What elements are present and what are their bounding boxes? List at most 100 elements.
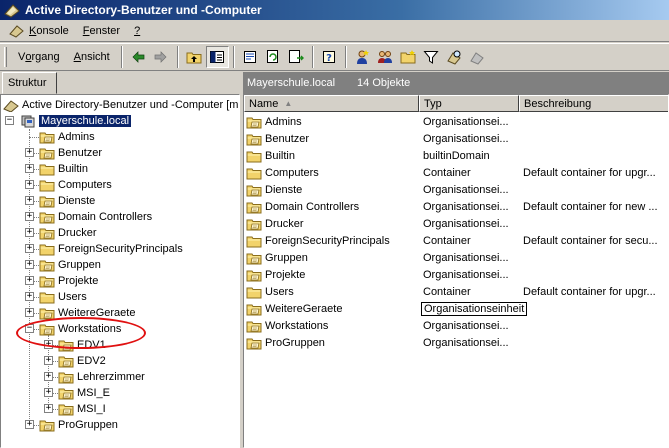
new-ou-button[interactable] bbox=[397, 46, 420, 68]
menu-item-2[interactable]: ? bbox=[127, 21, 147, 41]
list-item[interactable]: Users Container Default container for upgr… bbox=[244, 283, 668, 300]
new-group-button[interactable] bbox=[374, 46, 397, 68]
toolbar-grip[interactable] bbox=[4, 47, 7, 67]
list-item[interactable]: Drucker Organisationsei... bbox=[244, 215, 668, 232]
back-arrow-button[interactable] bbox=[127, 46, 150, 68]
tree-node-label: Admins bbox=[58, 131, 95, 143]
org-unit-icon bbox=[39, 148, 55, 160]
tree-root-node[interactable]: Active Directory-Benutzer und -Computer … bbox=[3, 97, 238, 113]
list-item[interactable]: Admins Organisationsei... bbox=[244, 113, 668, 130]
filter-button[interactable] bbox=[420, 46, 443, 68]
expand-toggle[interactable]: + bbox=[25, 196, 34, 205]
active-directory-icon bbox=[3, 100, 19, 112]
expand-toggle[interactable]: + bbox=[25, 228, 34, 237]
org-unit-icon bbox=[246, 270, 262, 281]
expand-toggle[interactable]: + bbox=[44, 340, 53, 349]
menu-label-text: enster bbox=[89, 24, 121, 37]
name-cell: Domain Controllers bbox=[244, 200, 419, 214]
list-item[interactable]: Builtin builtinDomain bbox=[244, 147, 668, 164]
name-cell: ForeignSecurityPrincipals bbox=[244, 234, 419, 248]
forward-arrow-button[interactable] bbox=[150, 46, 173, 68]
list-item[interactable]: Dienste Organisationsei... bbox=[244, 181, 668, 198]
action-menu-button[interactable]: Vo rgang bbox=[11, 46, 67, 68]
tree-domain-node[interactable]: Mayerschule.local bbox=[20, 113, 132, 129]
expand-toggle[interactable]: + bbox=[44, 356, 53, 365]
expand-toggle[interactable]: + bbox=[25, 148, 34, 157]
tree-node[interactable]: Domain Controllers bbox=[39, 209, 152, 225]
tree-node[interactable]: Gruppen bbox=[39, 257, 101, 273]
help-button[interactable]: ? bbox=[318, 46, 341, 68]
folder-icon bbox=[246, 151, 262, 162]
tree-node[interactable]: Dienste bbox=[39, 193, 95, 209]
show-tree-button[interactable] bbox=[205, 46, 229, 68]
column-header-2[interactable]: Beschreibung bbox=[519, 95, 668, 112]
column-header-1[interactable]: Typ bbox=[419, 95, 519, 112]
item-name: Computers bbox=[265, 166, 319, 179]
expand-toggle[interactable]: + bbox=[44, 372, 53, 381]
tree-node[interactable]: Projekte bbox=[39, 273, 98, 289]
list-item[interactable]: ProGruppen Organisationsei... bbox=[244, 334, 668, 351]
collapse-toggle[interactable]: − bbox=[25, 324, 34, 333]
expand-toggle[interactable]: + bbox=[25, 260, 34, 269]
tree-node[interactable]: ForeignSecurityPrincipals bbox=[39, 241, 183, 257]
delegate-button[interactable] bbox=[466, 46, 489, 68]
list-item[interactable]: Workstations Organisationsei... bbox=[244, 317, 668, 334]
menu-item-1[interactable]: Fenster bbox=[76, 21, 127, 41]
tree-node[interactable]: ProGruppen bbox=[39, 417, 118, 433]
item-type: builtinDomain bbox=[423, 149, 490, 162]
tab-struktur[interactable]: Struktur bbox=[2, 72, 57, 94]
menu-item-0[interactable]: Konsole bbox=[2, 21, 76, 41]
tree-node[interactable]: Admins bbox=[39, 129, 95, 145]
tree-node[interactable]: EDV2 bbox=[58, 353, 106, 369]
export-list-button[interactable] bbox=[285, 46, 308, 68]
tree-node[interactable]: EDV1 bbox=[58, 337, 106, 353]
collapse-toggle[interactable]: − bbox=[5, 116, 14, 125]
expand-toggle[interactable]: + bbox=[25, 180, 34, 189]
type-cell: Organisationseinheit bbox=[419, 301, 528, 316]
view-menu-button[interactable]: Ansicht bbox=[67, 46, 117, 68]
tree-node[interactable]: Users bbox=[39, 289, 87, 305]
list-item[interactable]: Gruppen Organisationsei... bbox=[244, 249, 668, 266]
expand-toggle[interactable]: + bbox=[44, 404, 53, 413]
tree-node[interactable]: Builtin bbox=[39, 161, 88, 177]
list-item[interactable]: ForeignSecurityPrincipals Container Defaul… bbox=[244, 232, 668, 249]
expand-toggle[interactable]: + bbox=[25, 244, 34, 253]
properties-icon bbox=[244, 51, 257, 63]
expand-toggle[interactable]: + bbox=[25, 292, 34, 301]
expand-toggle[interactable]: + bbox=[25, 164, 34, 173]
action-menu-text: V bbox=[18, 51, 26, 63]
details-list[interactable]: Name ▲ Typ Beschreibung Admins Organisations… bbox=[243, 94, 669, 448]
name-cell: Builtin bbox=[244, 149, 419, 163]
type-cell: Organisationsei... bbox=[419, 133, 519, 145]
tree-node[interactable]: MSI_E bbox=[58, 385, 110, 401]
tree-node[interactable]: Lehrerzimmer bbox=[58, 369, 145, 385]
list-item[interactable]: Domain Controllers Organisationsei... Defa… bbox=[244, 198, 668, 215]
column-header-0[interactable]: Name ▲ bbox=[244, 95, 419, 112]
name-cell: Computers bbox=[244, 166, 419, 180]
expand-toggle[interactable]: + bbox=[25, 212, 34, 221]
tree-node[interactable]: Benutzer bbox=[39, 145, 102, 161]
list-item[interactable]: Computers Container Default container for … bbox=[244, 164, 668, 181]
expand-toggle[interactable]: + bbox=[25, 308, 34, 317]
expand-toggle[interactable]: + bbox=[25, 276, 34, 285]
new-user-button[interactable] bbox=[351, 46, 374, 68]
refresh-button[interactable] bbox=[262, 46, 285, 68]
find-button[interactable] bbox=[443, 46, 466, 68]
tree-node[interactable]: Computers bbox=[39, 177, 112, 193]
tree-node[interactable]: WeitereGeraete bbox=[39, 305, 135, 321]
list-item[interactable]: Projekte Organisationsei... bbox=[244, 266, 668, 283]
column-header-label: Name bbox=[249, 97, 279, 110]
tree-node[interactable]: Drucker bbox=[39, 225, 97, 241]
tree-pane[interactable]: Active Directory-Benutzer und -Computer … bbox=[0, 94, 240, 448]
toolbar-separator bbox=[344, 46, 347, 68]
tree-node[interactable]: MSI_I bbox=[58, 401, 106, 417]
properties-button[interactable] bbox=[239, 46, 262, 68]
expand-toggle[interactable]: + bbox=[25, 420, 34, 429]
list-item[interactable]: Benutzer Organisationsei... bbox=[244, 130, 668, 147]
list-item[interactable]: WeitereGeraete Organisationseinheit bbox=[244, 300, 668, 317]
expand-toggle[interactable]: + bbox=[44, 388, 53, 397]
up-folder-button[interactable] bbox=[183, 46, 206, 68]
type-cell: Organisationsei... bbox=[419, 320, 519, 332]
type-cell: Organisationsei... bbox=[419, 201, 519, 213]
tree-node[interactable]: Workstations bbox=[39, 321, 121, 337]
